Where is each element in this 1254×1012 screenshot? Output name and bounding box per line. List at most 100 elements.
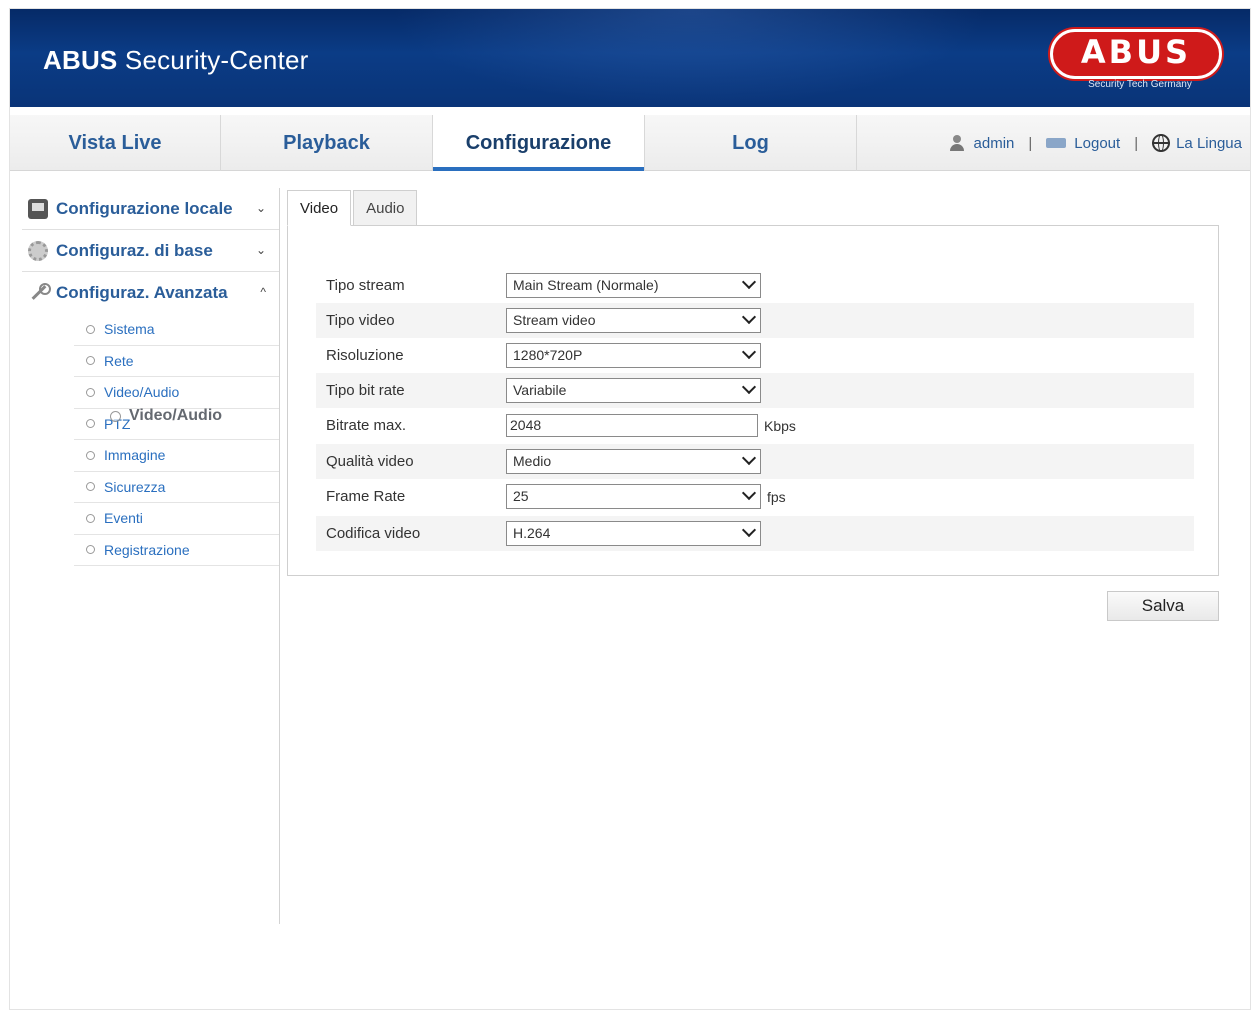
bullet-icon: [86, 356, 95, 366]
tipo-bit-rate-select[interactable]: Variabile: [506, 378, 761, 403]
tab-playback[interactable]: Playback: [221, 115, 433, 171]
sidebar-section-configuraz-base[interactable]: Configuraz. di base ⌄: [22, 230, 280, 272]
sidebar-item-label: Sicurezza: [104, 478, 166, 495]
chevron-down-icon: [741, 379, 757, 395]
codifica-video-select[interactable]: H.264: [506, 521, 761, 546]
bullet-icon: [86, 482, 95, 492]
field-label: Qualità video: [326, 453, 414, 470]
tab-audio[interactable]: Audio: [353, 190, 418, 226]
app-header: ABUS Security-Center ABUS Security Tech …: [10, 9, 1250, 107]
unit-label: fps: [767, 488, 786, 505]
tab-log[interactable]: Log: [645, 115, 857, 171]
bullet-icon: [110, 410, 121, 422]
sidebar-section-label: Configuraz. Avanzata: [56, 283, 228, 302]
select-value: 1280*720P: [513, 347, 583, 363]
globe-icon[interactable]: [1152, 134, 1171, 152]
tab-video[interactable]: Video: [287, 190, 352, 226]
sidebar-section-label: Configuraz. di base: [56, 240, 213, 260]
field-label: Tipo video: [326, 312, 395, 329]
sidebar-item-sicurezza[interactable]: Sicurezza: [74, 472, 280, 503]
field-label: Risoluzione: [326, 347, 404, 364]
qualita-video-select[interactable]: Medio: [506, 449, 761, 474]
sidebar-section-label: Configurazione locale: [56, 198, 233, 218]
sidebar-item-registrazione[interactable]: Registrazione: [74, 535, 280, 566]
sidebar-item-eventi[interactable]: Eventi: [74, 503, 280, 535]
select-value: Stream video: [513, 312, 596, 328]
select-value: Main Stream (Normale): [513, 277, 659, 293]
select-value: Medio: [513, 453, 552, 469]
sidebar: Configurazione locale ⌄ Configuraz. di b…: [22, 188, 280, 566]
user-icon: [948, 134, 966, 152]
bullet-icon: [86, 545, 95, 555]
app-title-rest: Security-Center: [117, 45, 309, 75]
select-value: Variabile: [513, 382, 567, 398]
sidebar-item-label: Rete: [104, 352, 134, 369]
field-label: Frame Rate: [326, 488, 406, 505]
select-value: H.264: [513, 525, 551, 541]
app-title: ABUS Security-Center: [43, 45, 309, 76]
wrench-icon: [28, 283, 51, 303]
sidebar-item-label: Eventi: [104, 510, 143, 527]
sidebar-item-video-audio[interactable]: Video/Audio: [74, 377, 280, 409]
sidebar-divider: [279, 188, 280, 924]
tab-vista-live[interactable]: Vista Live: [10, 115, 221, 171]
risoluzione-select[interactable]: 1280*720P: [506, 343, 761, 368]
row-tipo-video: Tipo video Stream video: [316, 303, 1194, 338]
frame-rate-select[interactable]: 25: [506, 484, 761, 509]
row-tipo-stream: Tipo stream Main Stream (Normale): [316, 268, 1194, 303]
header-glow: [390, 9, 990, 107]
logo-tagline: Security Tech Germany: [1088, 79, 1192, 90]
sidebar-submenu: Sistema Rete Video/Audio PTZ Immagine Si…: [74, 314, 280, 566]
sidebar-section-configuraz-avanzata[interactable]: Configuraz. Avanzata ^: [22, 272, 280, 314]
main-nav: Vista Live Playback Configurazione Log a…: [10, 115, 1250, 171]
drag-ghost-video-audio: Video/Audio: [110, 407, 222, 425]
tab-configurazione[interactable]: Configurazione: [433, 115, 645, 171]
save-button[interactable]: Salva: [1107, 591, 1219, 621]
field-label: Tipo stream: [326, 277, 405, 294]
gear-icon: [28, 240, 48, 261]
logout-icon[interactable]: [1046, 138, 1067, 148]
separator: |: [1134, 134, 1139, 152]
row-qualita-video: Qualità video Medio: [316, 444, 1194, 479]
language-link[interactable]: La Lingua: [1176, 135, 1242, 152]
chevron-down-icon: [741, 522, 757, 538]
drag-ghost-label: Video/Audio: [129, 407, 223, 424]
chevron-down-icon: [741, 274, 757, 290]
chevron-down-icon: [741, 309, 757, 325]
tipo-stream-select[interactable]: Main Stream (Normale): [506, 273, 761, 298]
row-tipo-bit-rate: Tipo bit rate Variabile: [316, 373, 1194, 408]
chevron-down-icon: [741, 450, 757, 466]
video-settings-panel: Tipo stream Main Stream (Normale) Tipo v…: [287, 225, 1219, 576]
content-tabs: Video Audio: [287, 190, 419, 226]
field-label: Tipo bit rate: [326, 382, 405, 399]
separator: |: [1028, 134, 1033, 152]
sidebar-item-sistema[interactable]: Sistema: [74, 314, 280, 346]
row-risoluzione: Risoluzione 1280*720P: [316, 338, 1194, 373]
chevron-up-icon[interactable]: ^: [260, 285, 266, 299]
abus-logo: ABUS Security Tech Germany: [1050, 29, 1222, 91]
screen-icon: [28, 198, 48, 219]
bitrate-max-input[interactable]: 2048: [506, 414, 758, 437]
sidebar-item-label: Video/Audio: [104, 384, 180, 401]
bullet-icon: [86, 450, 95, 460]
unit-label: Kbps: [764, 417, 796, 434]
sidebar-item-immagine[interactable]: Immagine: [74, 440, 280, 472]
field-label: Codifica video: [326, 525, 421, 542]
logo-text: ABUS: [1080, 33, 1192, 71]
logout-link[interactable]: Logout: [1074, 135, 1120, 152]
select-value: 25: [513, 488, 529, 504]
sidebar-section-configurazione-locale[interactable]: Configurazione locale ⌄: [22, 188, 280, 230]
sidebar-item-rete[interactable]: Rete: [74, 346, 280, 377]
user-name[interactable]: admin: [974, 135, 1015, 152]
bullet-icon: [86, 419, 95, 429]
chevron-down-icon[interactable]: ⌄: [256, 243, 266, 257]
tipo-video-select[interactable]: Stream video: [506, 308, 761, 333]
row-bitrate-max: Bitrate max. 2048 Kbps: [316, 408, 1194, 443]
chevron-down-icon[interactable]: ⌄: [256, 201, 266, 215]
bullet-icon: [86, 387, 95, 397]
field-label: Bitrate max.: [326, 417, 407, 434]
bullet-icon: [86, 324, 95, 334]
sidebar-item-label: Immagine: [104, 447, 166, 464]
row-codifica-video: Codifica video H.264: [316, 516, 1194, 551]
user-bar: admin | Logout | La Lingua: [948, 115, 1242, 171]
